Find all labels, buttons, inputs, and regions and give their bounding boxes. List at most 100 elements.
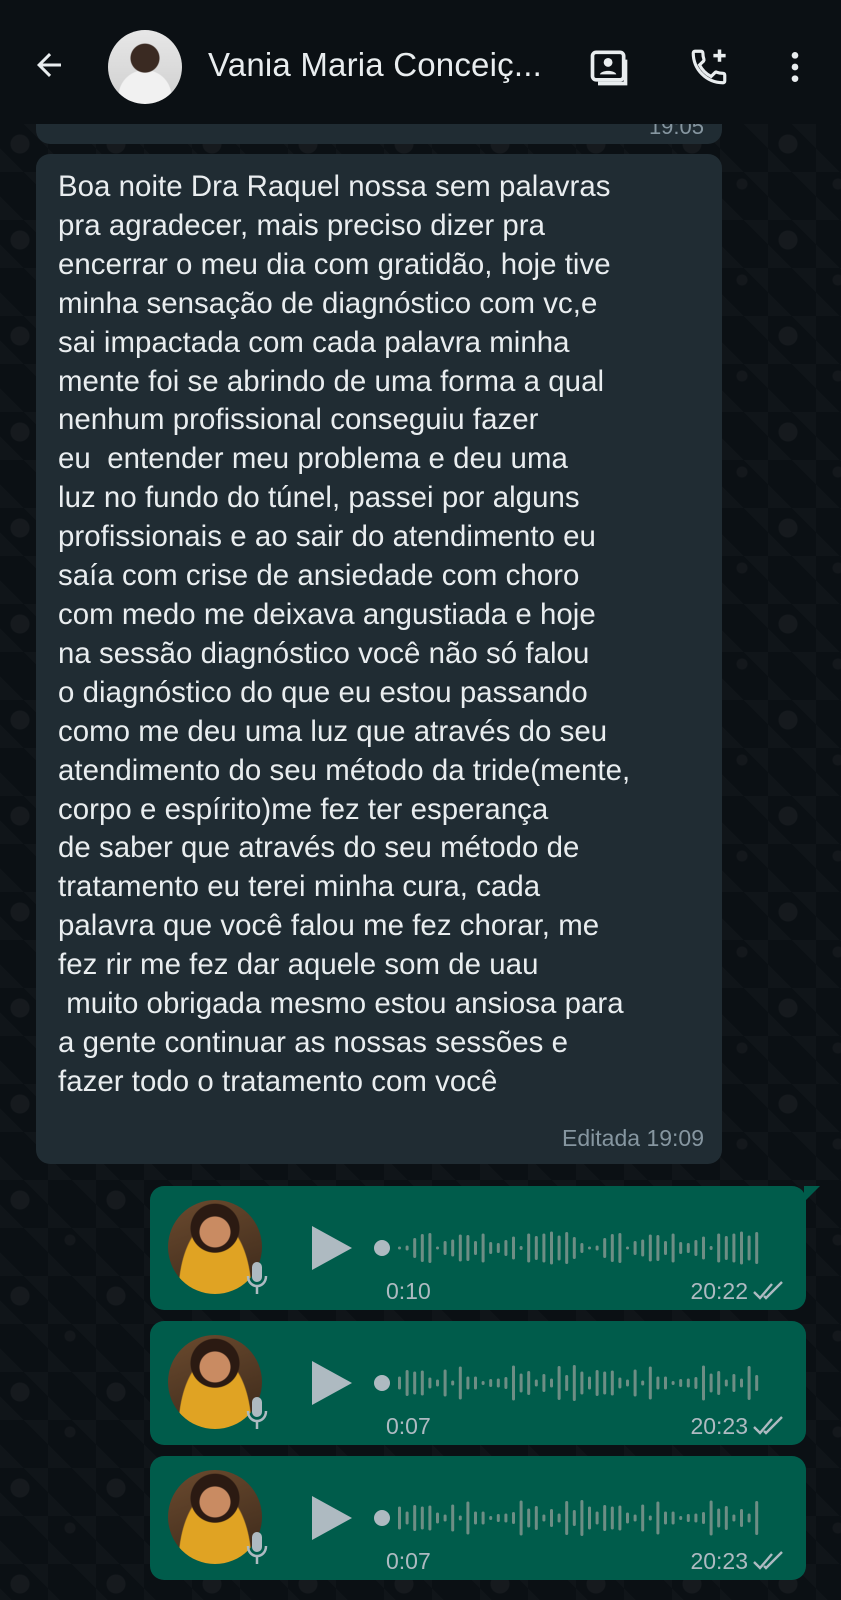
waveform-bar xyxy=(496,1243,500,1253)
waveform-bar xyxy=(496,1514,500,1522)
voice-message[interactable]: 0:10 20:22 xyxy=(150,1186,820,1310)
message-time: 20:23 xyxy=(690,1413,748,1439)
waveform-bar xyxy=(466,1376,470,1390)
waveform-bar xyxy=(534,1506,538,1530)
waveform-bar xyxy=(656,1501,660,1535)
waveform-bar xyxy=(588,1506,591,1530)
waveform-bar xyxy=(633,1369,637,1397)
waveform-bar xyxy=(542,1374,546,1392)
waveform-bar xyxy=(618,1377,622,1389)
waveform-bar xyxy=(504,1377,508,1389)
waveform-bar xyxy=(732,1374,736,1392)
waveform-bar xyxy=(428,1233,432,1263)
waveform-bar xyxy=(466,1501,470,1535)
waveform-bar xyxy=(595,1511,599,1525)
waveform-bar xyxy=(603,1505,607,1531)
playhead-dot[interactable] xyxy=(374,1375,390,1391)
voice-message[interactable]: 0:07 20:23 xyxy=(150,1456,806,1580)
message-meta: Editada 19:09 xyxy=(562,1125,704,1151)
waveform-bar xyxy=(466,1235,470,1261)
waveform-bar xyxy=(428,1505,432,1531)
waveform-bar xyxy=(709,1246,713,1250)
waveform-bar xyxy=(519,1500,523,1536)
waveform-bar xyxy=(603,1371,607,1395)
waveform-bar xyxy=(398,1506,401,1530)
waveform-bar xyxy=(717,1508,721,1528)
waveform-bar xyxy=(747,1513,751,1523)
waveform[interactable] xyxy=(374,1361,774,1405)
play-icon[interactable] xyxy=(308,1224,354,1272)
waveform-bar xyxy=(610,1234,614,1262)
waveform-bar xyxy=(641,1504,645,1532)
waveform[interactable] xyxy=(374,1496,774,1540)
contact-card-button[interactable] xyxy=(586,44,632,90)
waveform-bar xyxy=(679,1516,683,1520)
waveform-bar xyxy=(420,1234,424,1262)
read-ticks-icon xyxy=(753,1551,783,1570)
waveform[interactable] xyxy=(374,1226,774,1270)
waveform-bar xyxy=(519,1373,523,1393)
waveform-bar xyxy=(626,1379,629,1387)
message-time: 20:22 xyxy=(690,1278,748,1304)
waveform-bar xyxy=(420,1506,424,1530)
waveform-bar xyxy=(527,1233,531,1263)
incoming-message-bubble[interactable]: Boa noite Dra Raquel nossa sem palavras … xyxy=(36,154,722,1164)
waveform-bar xyxy=(747,1235,751,1261)
read-ticks-icon xyxy=(753,1281,783,1300)
waveform-bar xyxy=(694,1240,698,1256)
waveform-bar xyxy=(626,1512,629,1524)
waveform-bar xyxy=(740,1378,743,1388)
waveform-bar xyxy=(550,1231,553,1265)
waveform-bar xyxy=(481,1511,485,1525)
playhead-dot[interactable] xyxy=(374,1510,390,1526)
waveform-bar xyxy=(732,1233,736,1263)
more-options-button[interactable] xyxy=(772,44,818,90)
contact-avatar[interactable] xyxy=(108,30,182,104)
waveform-bar xyxy=(618,1233,622,1263)
waveform-bar xyxy=(595,1370,599,1396)
play-icon[interactable] xyxy=(308,1494,354,1542)
waveform-bar xyxy=(565,1232,569,1264)
read-ticks-icon xyxy=(753,1416,783,1435)
waveform-bar xyxy=(747,1366,751,1400)
waveform-bar xyxy=(512,1236,515,1260)
message-time: 20:23 xyxy=(690,1548,748,1574)
add-call-button[interactable] xyxy=(686,44,732,90)
waveform-bar xyxy=(436,1246,439,1250)
waveform-bar xyxy=(595,1245,599,1251)
waveform-bar xyxy=(702,1365,705,1401)
waveform-bar xyxy=(740,1509,743,1527)
waveform-bar xyxy=(648,1234,652,1262)
waveform-bar xyxy=(565,1375,569,1391)
voice-duration: 0:10 xyxy=(386,1278,431,1304)
waveform-bar xyxy=(671,1233,675,1263)
waveform-bar xyxy=(458,1515,462,1521)
back-button[interactable] xyxy=(28,44,70,86)
waveform-bar xyxy=(755,1232,759,1264)
voice-message[interactable]: 0:07 20:23 xyxy=(150,1321,806,1445)
waveform-bar xyxy=(740,1231,743,1265)
contact-name[interactable]: Vania Maria Conceiç... xyxy=(208,46,553,84)
waveform-bar xyxy=(557,1235,561,1261)
mic-icon xyxy=(246,1262,268,1294)
playhead-dot[interactable] xyxy=(374,1240,390,1256)
mic-icon xyxy=(246,1532,268,1564)
waveform-bar xyxy=(413,1371,417,1395)
waveform-bar xyxy=(542,1233,546,1263)
waveform-bar xyxy=(443,1369,447,1397)
play-icon[interactable] xyxy=(308,1359,354,1407)
waveform-bar xyxy=(512,1512,515,1524)
waveform-bar xyxy=(724,1236,728,1260)
waveform-bar xyxy=(717,1233,721,1263)
waveform-bar xyxy=(572,1510,576,1526)
waveform-bar xyxy=(451,1380,455,1386)
waveform-bar xyxy=(398,1246,401,1250)
waveform-bar xyxy=(474,1241,477,1255)
waveform-bar xyxy=(717,1371,721,1395)
waveform-bar xyxy=(413,1505,417,1531)
waveform-bar xyxy=(648,1515,652,1521)
waveform-bar xyxy=(534,1379,538,1387)
add-call-icon xyxy=(691,49,727,85)
waveform-bar xyxy=(451,1239,455,1257)
waveform-bar xyxy=(641,1239,645,1257)
